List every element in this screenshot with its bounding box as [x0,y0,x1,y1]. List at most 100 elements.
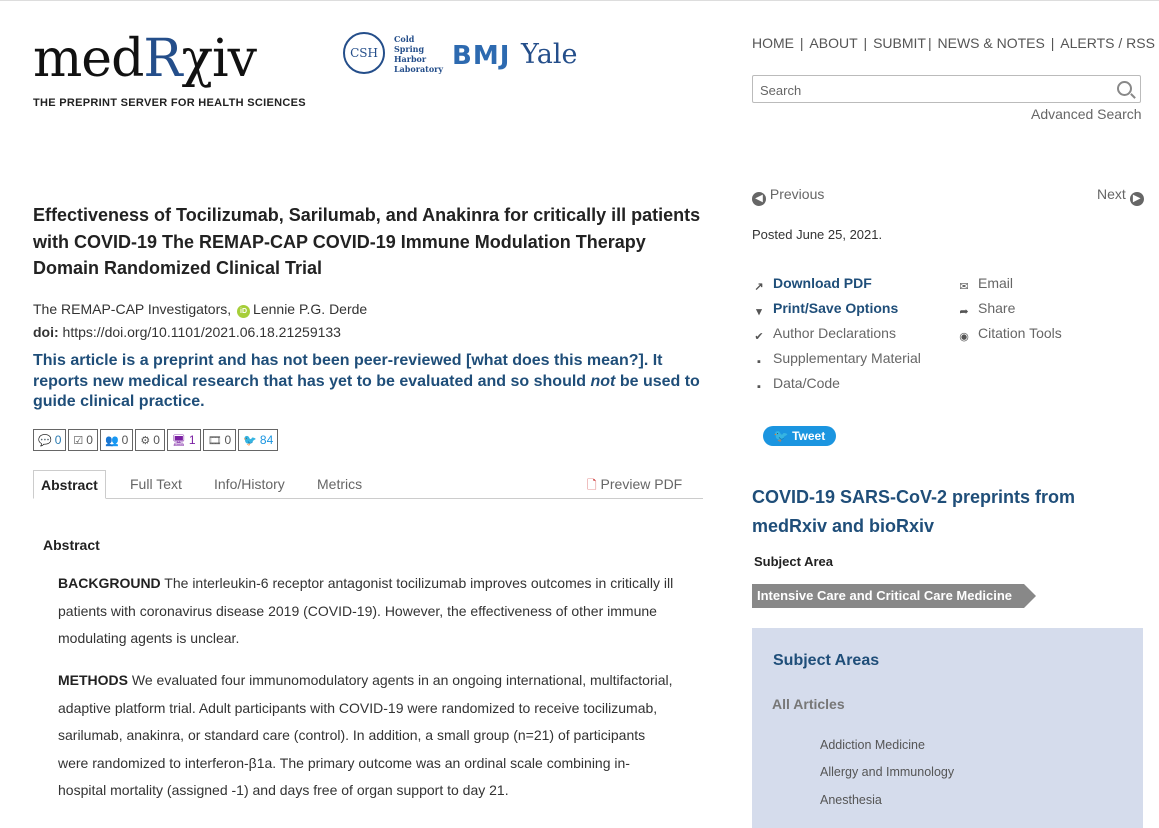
csh-line: Spring [394,44,425,54]
metric-count: 0 [224,433,232,447]
metric-count: 0 [86,433,93,447]
posted-date: Posted June 25, 2021. [752,227,883,242]
community-icon: 👥 [104,434,119,447]
pdf-file-icon: 🗋 [587,478,597,492]
article-tabs: Abstract Full Text Info/History Metrics … [33,470,703,499]
medrxiv-logo[interactable]: medRχiv [33,29,257,89]
external-link-icon: ↗ [754,281,764,293]
search-icon[interactable] [1117,81,1132,96]
checkbox-icon: ✔ [754,331,764,343]
tool-share[interactable]: ➦ Share [957,300,1015,319]
previous-label: Previous [769,186,825,202]
monitor-icon: 🖥 [171,434,186,447]
globe-icon: ◉ [959,331,969,343]
tool-label: Author Declarations [773,325,896,341]
bmj-logo[interactable]: BMJ [452,41,510,71]
tool-label: Print/Save Options [773,300,899,316]
tool-data-code[interactable]: ▪ Data/Code [752,375,840,394]
logo-r: R [143,29,182,89]
comment-icon: 💬 [38,434,52,447]
tab-info-history[interactable]: Info/History [214,470,285,498]
twitter-icon: 🐦 [773,429,789,443]
metric-review[interactable]: ☑ 0 [68,429,98,451]
tool-supplementary-material[interactable]: ▪ Supplementary Material [752,350,921,369]
tweet-button[interactable]: 🐦 Tweet [763,426,836,446]
orcid-icon[interactable]: iD [237,305,251,318]
nav-alerts[interactable]: ALERTS / RSS [1060,35,1155,51]
search-box [752,75,1141,103]
twitter-icon: 🐦 [243,434,257,447]
file-icon: ▪ [757,356,761,368]
csh-line: Laboratory [394,64,444,74]
nav-news[interactable]: NEWS & NOTES [938,35,1045,51]
nav-about[interactable]: ABOUT [809,35,857,51]
article-title: Effectiveness of Tocilizumab, Sarilumab,… [33,205,701,278]
tool-print-save-options[interactable]: ▾ Print/Save Options [752,300,898,319]
tool-download-pdf[interactable]: ↗ Download PDF [752,275,871,294]
subject-allergy-immunology[interactable]: Allergy and Immunology [820,765,954,779]
author-name[interactable]: Lennie P.G. Derde [253,301,367,317]
background-label: BACKGROUND [58,575,161,591]
tool-label: Data/Code [773,375,840,391]
advanced-search-link[interactable]: Advanced Search [1031,106,1142,122]
metric-twitter[interactable]: 🐦 84 [238,429,279,451]
nav-submit[interactable]: SUBMIT [873,35,926,51]
tool-label: Supplementary Material [773,350,921,366]
next-link[interactable]: Next ▶ [1097,186,1144,206]
notice-emphasis: not [590,372,616,390]
tool-label: Citation Tools [978,325,1062,341]
csh-line: Cold [394,34,415,44]
next-label: Next [1097,186,1126,202]
previous-link[interactable]: ◀ Previous [752,186,824,206]
tool-citation-tools[interactable]: ◉ Citation Tools [957,325,1062,344]
metric-count: 0 [153,433,160,447]
preview-pdf-link[interactable]: 🗋 Preview PDF [587,470,682,498]
subject-addiction-medicine[interactable]: Addiction Medicine [820,738,925,752]
tool-author-declarations[interactable]: ✔ Author Declarations [752,325,896,344]
abstract-background: BACKGROUND The interleukin-6 receptor an… [58,570,678,653]
subject-anesthesia[interactable]: Anesthesia [820,793,882,807]
abstract-heading: Abstract [43,537,100,553]
author-list: The REMAP-CAP Investigators, iD Lennie P.… [33,301,367,318]
metric-count: 1 [188,433,196,447]
subject-area-label: Subject Area [754,554,833,569]
preview-pdf-label: Preview PDF [600,476,683,492]
tab-full-text[interactable]: Full Text [130,470,182,498]
video-icon: 🎞 [207,434,222,447]
metric-connections[interactable]: ⚙ 0 [135,429,165,451]
top-nav: HOME | ABOUT | SUBMIT | NEWS & NOTES | AL… [752,35,1155,51]
author-group[interactable]: The REMAP-CAP Investigators, [33,301,231,317]
search-input[interactable] [758,77,1102,103]
metric-comment[interactable]: 💬 0 [33,429,67,451]
metric-video[interactable]: 🎞 0 [202,429,237,451]
csh-logo-icon[interactable]: CSH [343,32,385,74]
file-icon: ▪ [757,381,761,393]
review-icon: ☑ [73,434,84,447]
all-articles-link[interactable]: All Articles [772,696,845,712]
methods-label: METHODS [58,672,128,688]
tool-email[interactable]: ✉ Email [957,275,1013,294]
tagline: THE PREPRINT SERVER FOR HEALTH SCIENCES [33,97,306,109]
tab-abstract[interactable]: Abstract [33,470,106,499]
subject-area-pill[interactable]: Intensive Care and Critical Care Medicin… [752,584,1037,608]
csh-line: Harbor [394,54,427,64]
metric-community[interactable]: 👥 0 [99,429,134,451]
doi-label: doi: [33,324,59,340]
tab-metrics[interactable]: Metrics [317,470,362,498]
tool-label: Email [978,275,1014,291]
share-icon: ➦ [959,306,969,318]
metric-count: 0 [121,433,129,447]
nav-home[interactable]: HOME [752,35,794,51]
abstract-methods: METHODS We evaluated four immunomodulato… [58,667,678,805]
connections-icon: ⚙ [140,434,151,447]
metric-count: 0 [54,433,62,447]
doi-link[interactable]: https://doi.org/10.1101/2021.06.18.21259… [63,324,341,340]
metric-monitor[interactable]: 🖥 1 [166,429,201,451]
altmetric-bar: 💬 0 ☑ 0 👥 0 ⚙ 0 🖥 1 🎞 0 🐦 84 [33,429,279,451]
subject-areas-panel: Subject Areas All Articles Addiction Med… [752,628,1143,828]
tweet-label: Tweet [792,429,826,443]
subject-areas-title: Subject Areas [773,652,880,669]
yale-logo[interactable]: Yale [521,39,577,70]
covid-preprints-link[interactable]: COVID-19 SARS-CoV-2 preprints from medRx… [752,483,1142,541]
methods-text: We evaluated four immunomodulatory agent… [58,672,673,798]
